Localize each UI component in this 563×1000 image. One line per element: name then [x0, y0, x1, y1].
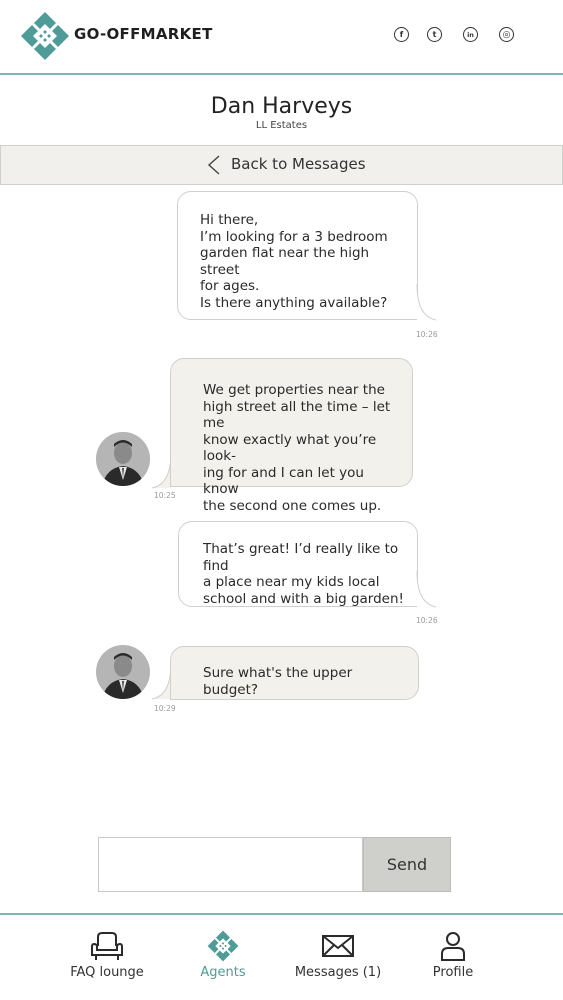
nav-label: Agents: [200, 965, 246, 980]
message-text: That’s great! I’d really like to find a …: [203, 541, 404, 607]
bubble-tail: [416, 570, 437, 608]
go-offmarket-logo[interactable]: [20, 11, 70, 61]
message-time: 10:26: [416, 330, 438, 339]
brand-name: GO-OFFMARKET: [74, 25, 213, 43]
header-divider: [0, 73, 563, 75]
twitter-icon[interactable]: t: [427, 27, 442, 42]
nav-divider: [0, 913, 563, 915]
send-button[interactable]: Send: [363, 837, 451, 892]
message-input[interactable]: [98, 837, 363, 892]
message-time: 10:29: [154, 704, 176, 713]
app-header: GO-OFFMARKET f t in ◎: [0, 0, 563, 75]
diamond-logo-icon: [207, 930, 239, 962]
linkedin-icon[interactable]: in: [463, 27, 478, 42]
message-text: We get properties near the high street a…: [203, 382, 391, 514]
facebook-icon[interactable]: f: [394, 27, 409, 42]
nav-label: Messages (1): [294, 965, 382, 980]
message-time: 10:25: [154, 491, 176, 500]
agent-avatar[interactable]: [96, 432, 150, 486]
envelope-icon: [322, 935, 354, 957]
message-text: Sure what's the upper budget?: [203, 665, 353, 698]
message-bubble-user: That’s great! I’d really like to find a …: [178, 521, 418, 607]
message-text: Hi there, I’m looking for a 3 bedroom ga…: [200, 212, 388, 311]
nav-item-profile[interactable]: Profile: [420, 930, 486, 990]
back-label: Back to Messages: [231, 155, 366, 173]
armchair-icon: [91, 932, 123, 960]
message-bubble-user: Hi there, I’m looking for a 3 bedroom ga…: [177, 191, 418, 320]
nav-item-agents[interactable]: Agents: [187, 930, 259, 990]
contact-name: Dan Harveys: [210, 94, 353, 119]
bubble-tail: [416, 283, 437, 321]
contact-company: LL Estates: [255, 120, 308, 131]
nav-label: FAQ lounge: [70, 965, 144, 980]
message-time: 10:26: [416, 616, 438, 625]
bubble-tail: [151, 451, 172, 489]
message-bubble-agent: Sure what's the upper budget?: [170, 646, 419, 700]
nav-item-messages[interactable]: Messages (1): [290, 930, 386, 990]
agent-avatar[interactable]: [96, 645, 150, 699]
person-icon: [441, 932, 465, 961]
nav-label: Profile: [432, 965, 474, 980]
chevron-left-icon: [207, 155, 220, 175]
message-bubble-agent: We get properties near the high street a…: [170, 358, 413, 514]
instagram-icon[interactable]: ◎: [499, 27, 514, 42]
bubble-tail: [151, 662, 172, 700]
nav-item-faq-lounge[interactable]: FAQ lounge: [62, 930, 152, 990]
back-to-messages-button[interactable]: Back to Messages: [0, 145, 563, 185]
